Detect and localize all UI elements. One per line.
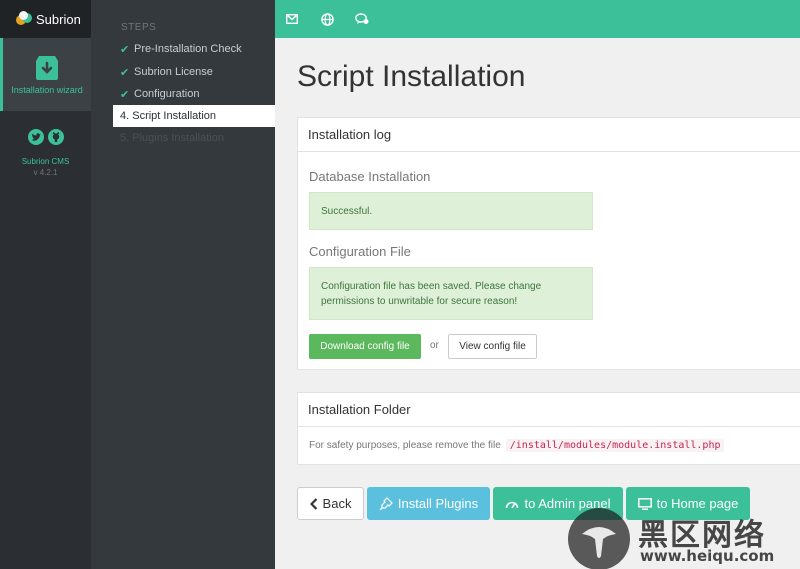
step-label: Subrion License [134, 66, 213, 78]
step-label: 5. Plugins Installation [120, 132, 224, 144]
installation-wizard-label: Installation wizard [11, 84, 83, 95]
download-config-button[interactable]: Download config file [309, 334, 421, 359]
subrion-logo-icon [16, 11, 32, 27]
watermark-logo-icon [568, 508, 630, 569]
panel-heading: Installation Folder [298, 393, 800, 427]
step-configuration[interactable]: ✔ Configuration [113, 83, 275, 105]
panel-heading: Installation log [298, 118, 800, 152]
step-script-installation[interactable]: 4. Script Installation [113, 105, 275, 127]
github-icon[interactable] [47, 129, 64, 145]
configuration-file-title: Configuration File [309, 244, 411, 259]
step-pre-installation-check[interactable]: ✔ Pre-Installation Check [113, 38, 275, 60]
download-box-icon [36, 55, 58, 80]
folder-notice-text: For safety purposes, please remove the f… [309, 440, 501, 451]
site-watermark: 黑区网络 www.heiqu.com [568, 505, 800, 569]
check-icon: ✔ [120, 66, 130, 79]
watermark-url: www.heiqu.com [640, 547, 775, 565]
brand-name: Subrion [36, 11, 81, 27]
step-label: 4. Script Installation [120, 110, 216, 122]
plugin-icon [379, 496, 393, 510]
app-rail: Subrion Installation wizard Subrion CMS … [0, 0, 91, 569]
configuration-status-alert: Configuration file has been saved. Pleas… [309, 267, 593, 320]
step-label: Configuration [134, 88, 200, 100]
steps-title: STEPS [121, 22, 157, 33]
cms-version: v 4.2.1 [33, 168, 58, 177]
page-title: Script Installation [297, 60, 526, 93]
globe-icon[interactable] [320, 12, 334, 26]
mail-icon[interactable] [285, 12, 299, 26]
back-label: Back [322, 496, 352, 511]
install-plugins-label: Install Plugins [397, 496, 479, 511]
database-installation-title: Database Installation [309, 169, 431, 184]
main-content: Script Installation Installation log Dat… [275, 38, 800, 569]
check-icon: ✔ [120, 88, 130, 101]
database-status-alert: Successful. [309, 192, 593, 230]
step-plugins-installation: 5. Plugins Installation [113, 127, 275, 149]
folder-notice: For safety purposes, please remove the f… [309, 439, 725, 452]
install-file-path: /install/modules/module.install.php [505, 439, 725, 452]
dashboard-gauge-icon [506, 501, 519, 508]
installation-log-panel: Installation log Database Installation S… [297, 117, 800, 370]
view-config-button[interactable]: View config file [448, 334, 537, 359]
installation-folder-panel: Installation Folder For safety purposes,… [297, 392, 800, 465]
twitter-icon[interactable] [27, 129, 44, 145]
or-label: or [430, 340, 439, 351]
chat-icon[interactable] [355, 12, 369, 26]
check-icon: ✔ [120, 43, 130, 56]
steps-panel: STEPS ✔ Pre-Installation Check ✔ Subrion… [91, 0, 275, 569]
top-bar [275, 0, 800, 38]
social-links [0, 129, 91, 145]
step-subrion-license[interactable]: ✔ Subrion License [113, 61, 275, 83]
brand[interactable]: Subrion [0, 0, 91, 38]
back-button[interactable]: Back [297, 487, 364, 520]
step-label: Pre-Installation Check [134, 43, 242, 55]
chevron-left-icon [309, 497, 317, 510]
install-plugins-button[interactable]: Install Plugins [367, 487, 490, 520]
installation-wizard-nav[interactable]: Installation wizard [0, 38, 91, 111]
cms-name: Subrion CMS [21, 157, 70, 166]
